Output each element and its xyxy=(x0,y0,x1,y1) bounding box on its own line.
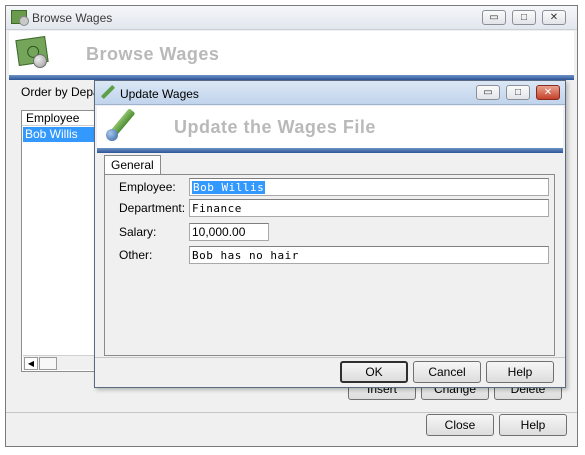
tab-general[interactable]: General xyxy=(104,155,161,175)
help-button[interactable]: Help xyxy=(499,414,567,436)
other-label: Other: xyxy=(119,248,153,262)
employee-label: Employee: xyxy=(119,180,176,194)
list-item[interactable]: Bob Willis xyxy=(23,127,99,142)
money-icon xyxy=(11,10,29,26)
department-value: Finance xyxy=(192,202,242,215)
salary-label: Salary: xyxy=(119,225,157,239)
window-title: Browse Wages xyxy=(32,11,113,25)
employee-field[interactable]: Bob Willis xyxy=(189,178,549,196)
column-header-employee[interactable]: Employee xyxy=(22,111,100,126)
cancel-button[interactable]: Cancel xyxy=(413,361,481,383)
ok-button[interactable]: OK xyxy=(340,361,408,383)
horizontal-scrollbar[interactable]: ◀ xyxy=(23,355,99,370)
order-by-label: Order by Depar xyxy=(21,85,104,99)
employee-list[interactable]: Employee Bob Willis ◀ xyxy=(21,110,101,372)
employee-value: Bob Willis xyxy=(192,181,266,194)
title-bar[interactable]: Browse Wages ▭ □ ✕ xyxy=(6,6,577,30)
dialog-title-bar[interactable]: Update Wages ▭ □ ✕ xyxy=(95,81,565,105)
dialog-close-button[interactable]: ✕ xyxy=(536,85,560,100)
salary-value: 10,000.00 xyxy=(192,225,246,239)
dialog-header-banner: Update the Wages File xyxy=(97,106,563,148)
pencil-icon xyxy=(101,85,115,99)
scroll-thumb[interactable] xyxy=(39,357,57,370)
dialog-divider xyxy=(95,357,565,358)
dialog-banner-title: Update the Wages File xyxy=(174,117,376,137)
update-wages-dialog: Update Wages ▭ □ ✕ Update the Wages File… xyxy=(94,80,566,388)
scroll-left-icon[interactable]: ◀ xyxy=(24,357,38,370)
other-field[interactable]: Bob has no hair xyxy=(189,246,549,264)
banner-title: Browse Wages xyxy=(86,44,220,64)
edit-pencil-icon xyxy=(105,108,139,143)
salary-field[interactable]: 10,000.00 xyxy=(189,223,269,241)
close-window-button[interactable]: Close xyxy=(426,414,494,436)
dialog-banner-divider xyxy=(97,148,563,153)
other-value: Bob has no hair xyxy=(192,249,299,262)
department-field[interactable]: Finance xyxy=(189,199,549,217)
divider xyxy=(6,412,577,413)
header-banner: Browse Wages xyxy=(9,31,574,75)
close-button[interactable]: ✕ xyxy=(542,10,566,25)
department-label: Department: xyxy=(119,201,186,215)
coin-icon xyxy=(33,54,47,68)
general-tab-panel: Employee: Bob Willis Department: Finance… xyxy=(104,174,555,356)
dialog-help-button[interactable]: Help xyxy=(486,361,554,383)
dialog-title: Update Wages xyxy=(120,87,199,101)
minimize-button[interactable]: ▭ xyxy=(482,10,506,25)
dialog-maximize-button[interactable]: □ xyxy=(506,85,530,100)
dialog-minimize-button[interactable]: ▭ xyxy=(476,85,500,100)
maximize-button[interactable]: □ xyxy=(512,10,536,25)
